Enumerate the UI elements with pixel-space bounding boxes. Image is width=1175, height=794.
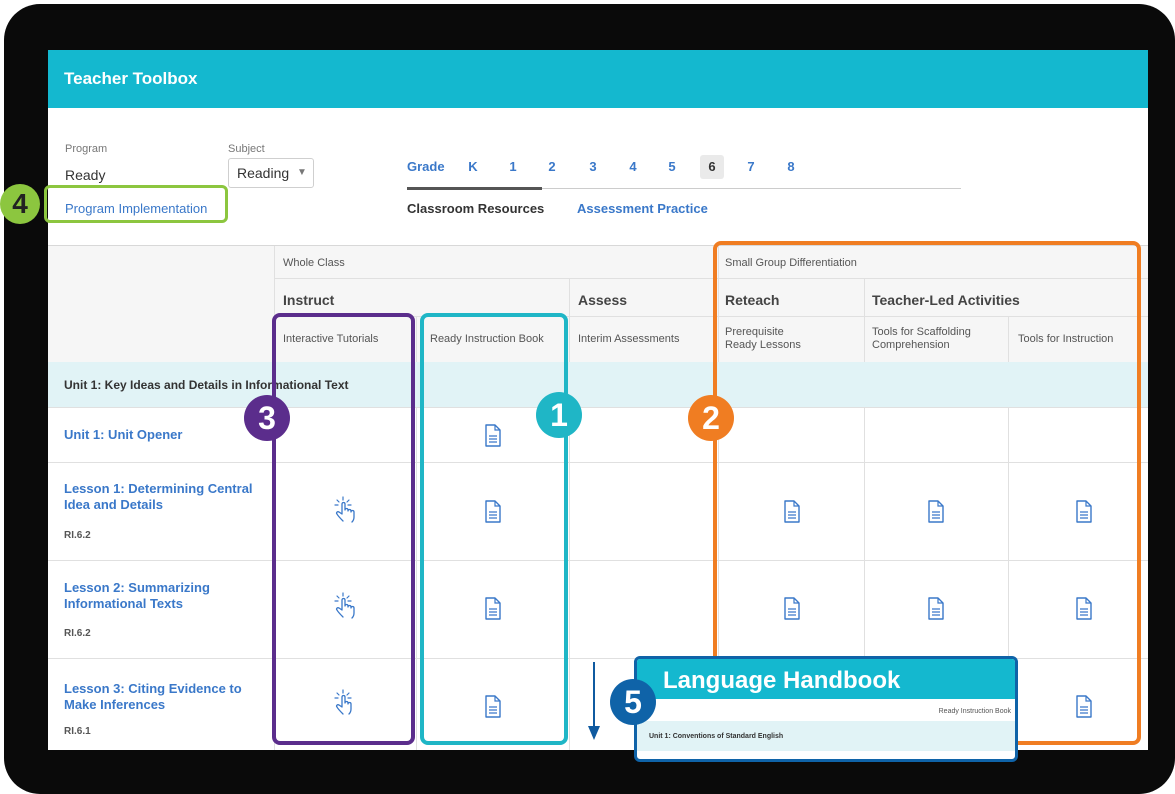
row-lesson-3-standard: RI.6.1 [64,726,91,737]
row-lesson-1-link[interactable]: Lesson 1: Determining Central Idea and D… [64,481,264,513]
callout-frame-program-implementation [44,185,228,223]
grade-1[interactable]: 1 [507,155,519,179]
app-header: Teacher Toolbox [48,50,1148,108]
grade-5[interactable]: 5 [666,155,678,179]
row-lesson-3-link[interactable]: Lesson 3: Citing Evidence to Make Infere… [64,681,264,713]
callout-badge-3: 3 [244,395,290,441]
program-label: Program [65,143,108,155]
language-handbook-title: Language Handbook [663,667,901,694]
tab-classroom-resources[interactable]: Classroom Resources [407,201,544,216]
row-lesson-2-link[interactable]: Lesson 2: Summarizing Informational Text… [64,580,264,612]
col-interim-assessments: Interim Assessments [578,333,680,345]
grade-k[interactable]: K [467,155,479,179]
callout-frame-interactive-tutorials [272,313,415,745]
app-title: Teacher Toolbox [64,69,198,88]
group-whole-class: Whole Class [283,257,345,269]
subject-label: Subject [228,143,265,155]
callout-badge-2: 2 [688,395,734,441]
subject-value: Reading [237,165,290,181]
grade-6-selected[interactable]: 6 [700,155,724,179]
program-value: Ready [65,167,106,183]
subject-select[interactable]: Reading ▼ [228,158,314,188]
caret-down-icon: ▼ [297,167,307,178]
section-assess: Assess [578,292,628,308]
callout-frame-ready-instruction-book [420,313,568,745]
row-lesson-1-standard: RI.6.2 [64,530,91,541]
grade-8[interactable]: 8 [785,155,797,179]
language-handbook-column: Ready Instruction Book [938,708,1011,715]
callout-badge-4: 4 [0,184,40,224]
tab-assessment-practice[interactable]: Assessment Practice [577,201,708,216]
language-handbook-unit-row: Unit 1: Conventions of Standard English [637,721,1015,751]
active-tab-indicator [407,187,542,190]
section-instruct: Instruct [283,292,335,308]
header-divider [416,316,417,362]
grade-2[interactable]: 2 [546,155,558,179]
language-handbook-unit-title: Unit 1: Conventions of Standard English [649,733,784,740]
row-lesson-2-standard: RI.6.2 [64,628,91,639]
col-divider [569,407,570,750]
callout-badge-5: 5 [610,679,656,725]
header-divider [569,278,570,362]
callout-badge-1: 1 [536,392,582,438]
grade-label: Grade [407,159,445,174]
grade-4[interactable]: 4 [627,155,639,179]
language-handbook-panel: Language Handbook Ready Instruction Book… [634,656,1018,762]
language-handbook-header: Language Handbook [637,659,1015,699]
scroll-down-arrow-icon [588,662,600,740]
row-unit-opener-link[interactable]: Unit 1: Unit Opener [64,427,264,443]
grade-3[interactable]: 3 [587,155,599,179]
grade-7[interactable]: 7 [745,155,757,179]
col-divider [416,407,417,750]
